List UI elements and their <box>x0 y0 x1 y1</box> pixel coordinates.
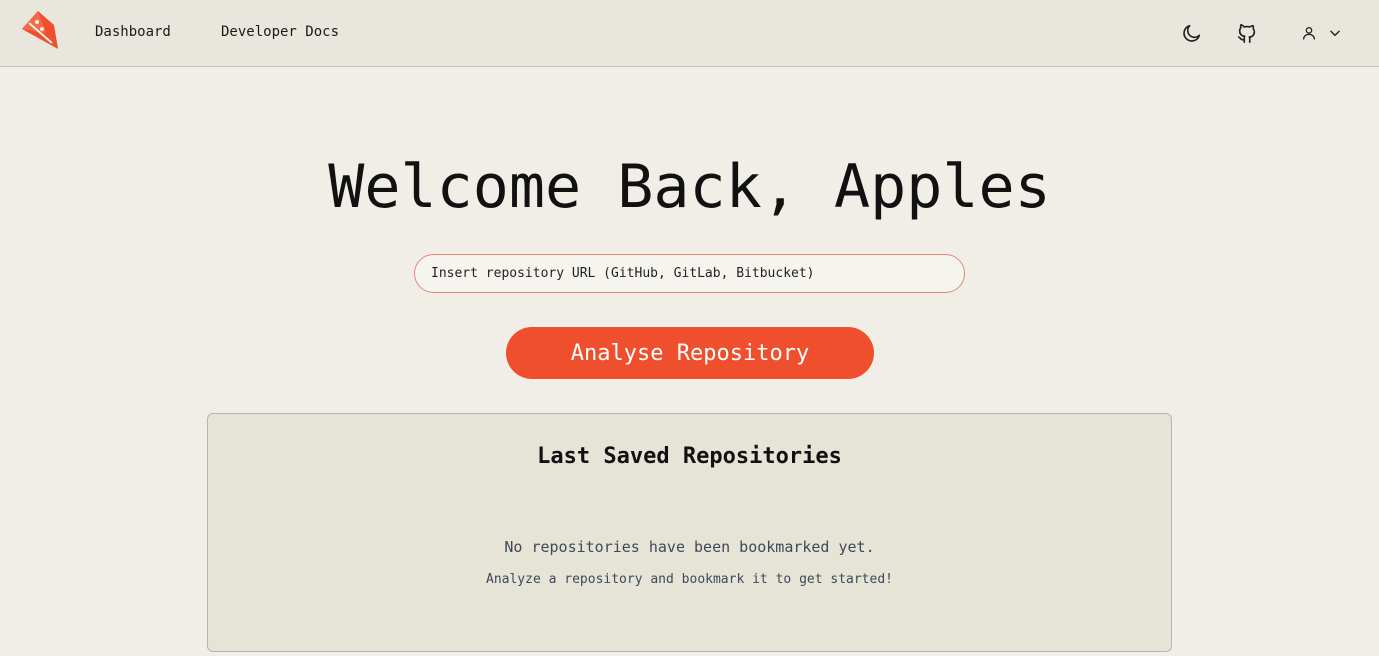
moon-icon[interactable] <box>1180 21 1204 45</box>
saved-repositories-panel: Last Saved Repositories No repositories … <box>207 413 1172 652</box>
welcome-heading: Welcome Back, Apples <box>328 152 1051 222</box>
analyse-repository-button[interactable]: Analyse Repository <box>506 327 874 379</box>
empty-state-message: No repositories have been bookmarked yet… <box>504 538 875 556</box>
kite-logo-icon[interactable] <box>20 9 60 51</box>
nav-dashboard-link[interactable]: Dashboard <box>95 24 171 40</box>
nav-developer-docs-link[interactable]: Developer Docs <box>221 24 339 40</box>
empty-state-hint: Analyze a repository and bookmark it to … <box>486 572 893 587</box>
chevron-down-icon[interactable] <box>1325 21 1345 45</box>
top-navbar: Dashboard Developer Docs <box>0 0 1379 67</box>
repository-url-input[interactable] <box>414 254 965 293</box>
github-icon[interactable] <box>1235 21 1259 45</box>
user-icon[interactable] <box>1299 21 1319 45</box>
saved-repositories-title: Last Saved Repositories <box>537 444 842 469</box>
